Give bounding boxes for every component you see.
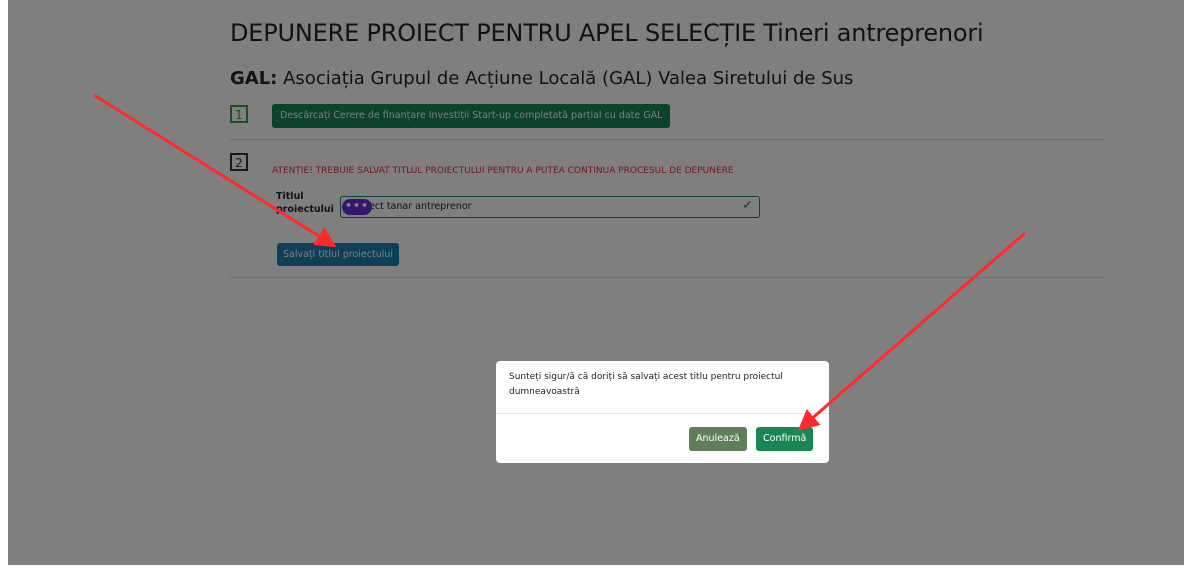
- page: DEPUNERE PROIECT PENTRU APEL SELECȚIE Ti…: [8, 0, 1184, 565]
- cancel-button[interactable]: Anulează: [689, 427, 747, 451]
- dialog-divider: [496, 413, 829, 414]
- confirm-dialog: Sunteți sigur/ă că doriți să salvați ace…: [496, 361, 829, 463]
- confirm-button[interactable]: Confirmă: [756, 427, 814, 451]
- modal-backdrop[interactable]: [8, 0, 1184, 565]
- dialog-message: Sunteți sigur/ă că doriți să salvați ace…: [509, 372, 783, 397]
